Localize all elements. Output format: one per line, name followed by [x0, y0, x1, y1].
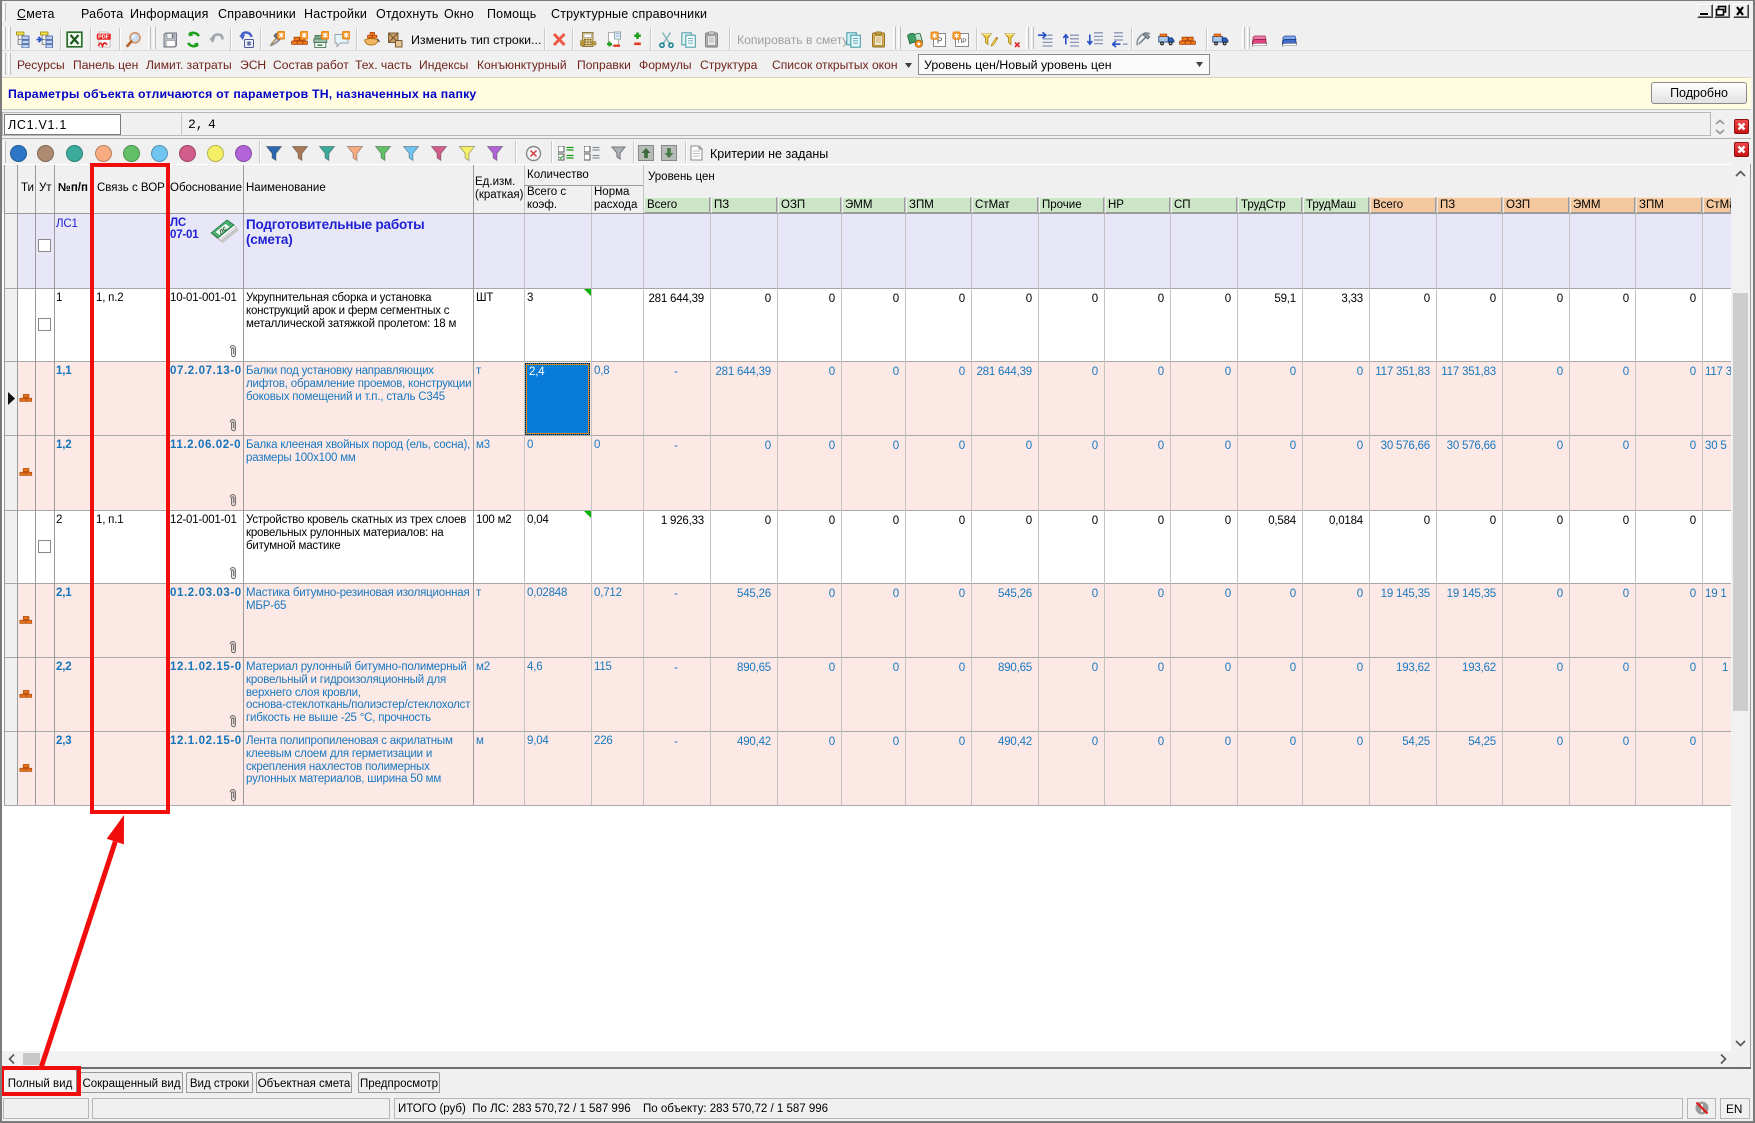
svg-text:PDF: PDF	[98, 35, 109, 41]
